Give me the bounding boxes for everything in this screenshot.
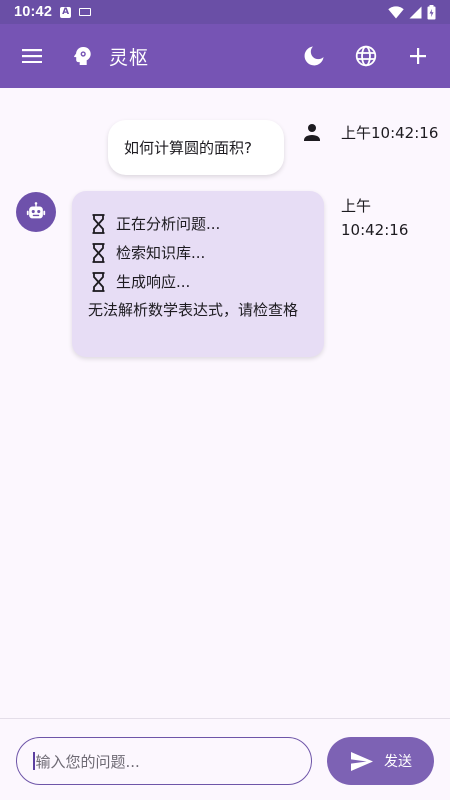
- language-button[interactable]: [342, 32, 390, 80]
- status-time: 10:42: [14, 4, 53, 20]
- progress-step-label: 检索知识库...: [116, 244, 206, 262]
- add-icon: [410, 48, 426, 64]
- hourglass-icon: [92, 214, 105, 234]
- input-placeholder: 输入您的问题...: [35, 752, 140, 771]
- send-button[interactable]: 发送: [327, 737, 434, 785]
- user-message-text: 如何计算圆的面积?: [124, 139, 252, 157]
- bot-message-bubble: 正在分析问题... 检索知识库... 生成响应... 无法解析数学表达式，请检查…: [72, 191, 324, 357]
- message-input[interactable]: 输入您的问题...: [16, 737, 312, 785]
- input-bar: 输入您的问题... 发送: [0, 718, 450, 800]
- bot-avatar: [16, 192, 56, 232]
- wifi-icon: [388, 5, 404, 18]
- hourglass-icon: [92, 272, 105, 292]
- signal-icon: [409, 6, 422, 18]
- robot-icon: [26, 202, 46, 219]
- globe-icon: [355, 45, 377, 67]
- progress-step: 生成响应...: [88, 263, 308, 292]
- user-message-time: 上午10:42:16: [341, 124, 439, 142]
- theme-toggle-button[interactable]: [290, 32, 338, 80]
- send-icon: [351, 751, 373, 771]
- keyboard-icon: [79, 8, 92, 16]
- bot-message-time: 上午 10:42:16: [341, 194, 421, 242]
- menu-button[interactable]: [8, 32, 56, 80]
- app-title: 灵枢: [109, 47, 150, 69]
- user-message-bubble: 如何计算圆的面积?: [108, 120, 284, 175]
- brain-logo-icon: [74, 47, 91, 65]
- battery-icon: [427, 4, 436, 19]
- app-bar: 灵枢: [0, 24, 450, 88]
- progress-step: 正在分析问题...: [88, 205, 308, 234]
- user-avatar-icon: [304, 124, 320, 141]
- send-button-label: 发送: [384, 754, 412, 770]
- text-caret: [33, 752, 35, 770]
- moon-icon: [304, 46, 324, 66]
- chat-area[interactable]: 如何计算圆的面积? 上午10:42:16 正在分析问题... 检索知识库... …: [0, 88, 450, 718]
- hourglass-icon: [92, 243, 105, 263]
- bot-message-time-text: 上午 10:42:16: [341, 197, 409, 239]
- menu-icon: [22, 49, 42, 63]
- new-chat-button[interactable]: [394, 32, 442, 80]
- progress-step: 检索知识库...: [88, 234, 308, 263]
- app-notification-icon: A: [60, 6, 72, 18]
- progress-step-label: 生成响应...: [116, 273, 191, 291]
- bot-message-text: 无法解析数学表达式，请检查格: [88, 301, 299, 319]
- progress-step-label: 正在分析问题...: [116, 215, 221, 233]
- status-bar: 10:42 A: [0, 0, 450, 24]
